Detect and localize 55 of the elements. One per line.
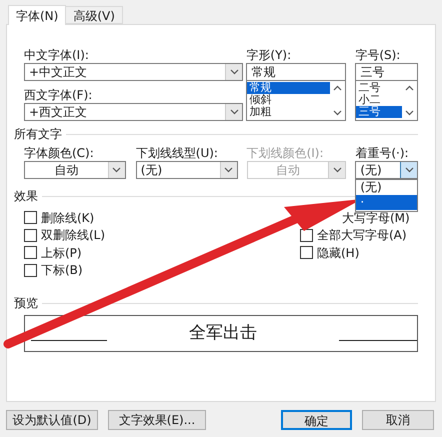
caret-icon xyxy=(225,104,242,120)
field-label: 下划线颜色(I): xyxy=(246,145,325,161)
field-label: 下划线线型(U): xyxy=(136,145,219,161)
scroll-down-icon[interactable] xyxy=(333,110,342,116)
field-label: 着重号(·): xyxy=(355,145,410,161)
dropdown[interactable]: (无) xyxy=(136,161,238,179)
button[interactable]: 取消 xyxy=(362,410,434,430)
checkbox-label: 隐藏(H) xyxy=(317,244,360,261)
tab[interactable]: 字体(N) xyxy=(8,5,66,25)
field-label: 字号(S): xyxy=(355,47,402,63)
checkbox-label: 删除线(K) xyxy=(41,210,94,226)
section-heading: 所有文字 xyxy=(14,126,63,142)
button[interactable]: 确定 xyxy=(281,410,352,430)
checkbox[interactable] xyxy=(24,228,37,242)
button[interactable]: 设为默认值(D) xyxy=(6,410,98,430)
button[interactable]: 文字效果(E)... xyxy=(108,410,206,430)
dropdown[interactable]: +西文正文 xyxy=(24,103,244,121)
dropdown[interactable]: +中文正文 xyxy=(24,63,244,81)
preview-text: 全军出击 xyxy=(188,322,258,345)
checkbox[interactable] xyxy=(300,228,313,242)
caret-icon xyxy=(108,162,125,178)
text-field[interactable]: 三号 xyxy=(355,63,418,81)
list-item[interactable]: 加粗 xyxy=(247,106,330,118)
scroll-down-icon[interactable] xyxy=(405,110,414,116)
list-item[interactable]: 二号 xyxy=(356,82,402,94)
list-item[interactable]: · xyxy=(356,195,417,210)
section-heading: 预览 xyxy=(14,295,39,311)
scroll-up-icon[interactable] xyxy=(333,85,342,91)
dropdown[interactable]: (无) xyxy=(355,161,418,179)
checkbox[interactable] xyxy=(24,264,37,277)
checkbox[interactable] xyxy=(300,246,313,260)
checkbox-label: 上标(P) xyxy=(41,244,82,261)
section-heading: 效果 xyxy=(14,188,39,204)
list-item[interactable]: 小二 xyxy=(356,94,402,106)
field-label: 西文字体(F): xyxy=(24,87,94,103)
checkbox[interactable] xyxy=(24,246,37,260)
checkbox[interactable] xyxy=(24,211,37,224)
checkbox-label: 双删除线(L) xyxy=(41,227,106,244)
dropdown[interactable]: 自动 xyxy=(24,161,126,179)
checkbox-label: 全部大写字母(A) xyxy=(317,227,407,244)
list-item[interactable]: 倾斜 xyxy=(247,94,330,106)
caret-icon xyxy=(328,162,346,178)
list-item[interactable]: (无) xyxy=(356,180,417,195)
caret-icon xyxy=(220,162,237,178)
checkbox-label: 下标(B) xyxy=(41,262,83,278)
checkbox-label: 大写字母(M) xyxy=(342,210,410,226)
field-label: 字体颜色(C): xyxy=(24,145,95,161)
field-label: 字形(Y): xyxy=(246,47,292,63)
list-item[interactable]: 三号 xyxy=(356,106,402,118)
list-item[interactable]: 常规 xyxy=(247,82,330,94)
tab[interactable]: 高级(V) xyxy=(65,6,123,24)
text-field[interactable]: 常规 xyxy=(246,63,346,81)
caret-icon xyxy=(225,64,242,80)
scroll-up-icon[interactable] xyxy=(405,85,414,91)
field-label: 中文字体(I): xyxy=(24,47,90,63)
